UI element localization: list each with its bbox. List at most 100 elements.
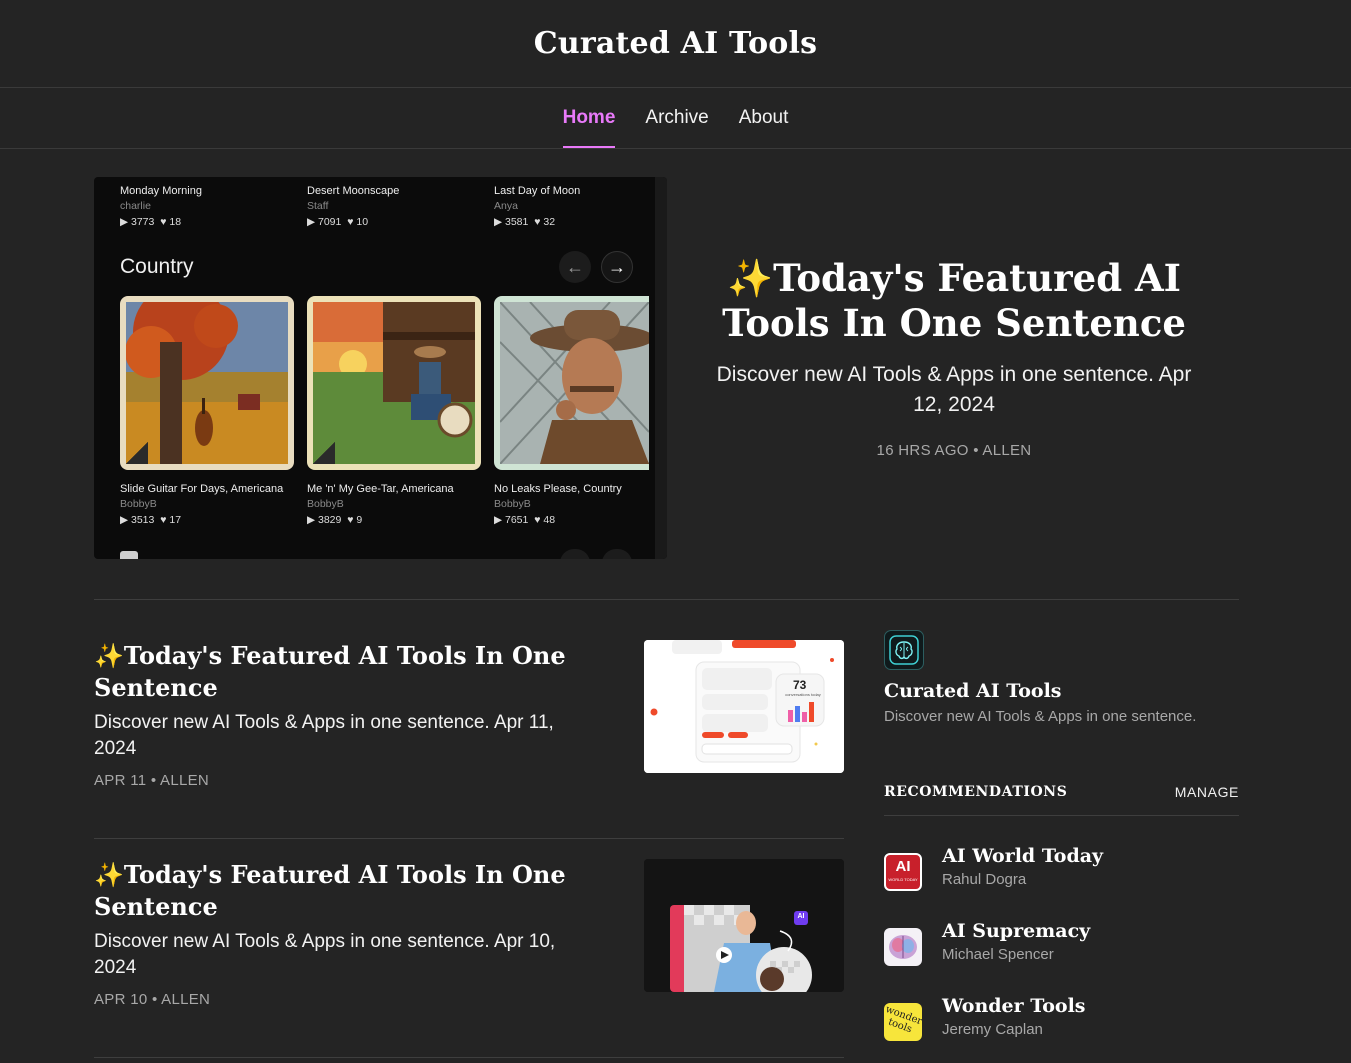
track-item: No Leaks Please, Country BobbyB ▶ 7651 ♥… xyxy=(494,482,667,526)
track-name: Monday Morning xyxy=(120,185,202,197)
conversation-count: 73 xyxy=(793,678,807,692)
track-stats: ▶ 7091 ♥ 10 xyxy=(307,216,477,228)
heart-icon: ♥ xyxy=(347,216,354,228)
track-artist: BobbyB xyxy=(307,498,344,510)
play-icon: ▶ xyxy=(307,216,316,228)
album-art xyxy=(120,296,294,470)
track-name: Slide Guitar For Days, Americana xyxy=(120,483,284,495)
track-stats: ▶ 3773 ♥ 18 xyxy=(120,216,290,228)
heart-icon: ♥ xyxy=(347,514,354,526)
section-divider xyxy=(94,599,1239,600)
brain-art-icon xyxy=(889,935,917,959)
conversation-label: conversations today xyxy=(785,692,821,697)
publication-name[interactable]: Curated AI Tools xyxy=(884,680,1062,702)
tab-about[interactable]: About xyxy=(739,88,789,148)
logo-subtext: WORLD TODAY xyxy=(888,877,918,882)
corner-mark xyxy=(126,442,148,464)
track-name: No Leaks Please, Country xyxy=(494,483,622,495)
recommendation-author: Jeremy Caplan xyxy=(942,1021,1043,1038)
post-meta: APR 10 • ALLEN xyxy=(94,991,211,1008)
main-nav: Home Archive About xyxy=(0,88,1351,149)
play-icon: ▶ xyxy=(494,514,503,526)
track-stats: ▶ 3829 ♥ 9 xyxy=(307,514,482,526)
post-thumbnail[interactable]: 73 conversations today xyxy=(644,640,844,773)
heart-icon: ♥ xyxy=(534,216,541,228)
recommendation-name[interactable]: Wonder Tools xyxy=(942,995,1086,1017)
track-artist: BobbyB xyxy=(494,498,531,510)
hero-post-meta: 16 HRS AGO • ALLEN xyxy=(876,442,1032,459)
play-count: 3513 xyxy=(131,514,155,526)
next-section-peek xyxy=(120,551,138,559)
recommendations-title: RECOMMENDATIONS xyxy=(884,784,1068,800)
site-header: Curated AI Tools xyxy=(0,0,1351,88)
post-item[interactable]: ✨Today's Featured AI Tools In One Senten… xyxy=(94,640,844,789)
track-artist: Staff xyxy=(307,200,329,212)
carousel-button-peek xyxy=(602,549,632,559)
album-art-porch-banjo xyxy=(313,302,475,464)
post-item[interactable]: ✨Today's Featured AI Tools In One Senten… xyxy=(94,859,844,1008)
track-stats: ▶ 7651 ♥ 48 xyxy=(494,514,667,526)
post-divider xyxy=(94,838,844,839)
recommendation-item[interactable]: wonder tools Wonder Tools Jeremy Caplan xyxy=(884,995,1239,1043)
like-count: 18 xyxy=(169,216,182,228)
post-thumbnail[interactable]: AI xyxy=(644,859,844,992)
play-icon: ▶ xyxy=(120,216,129,228)
wonder-tools-logo: wonder tools xyxy=(884,1003,922,1041)
site-title[interactable]: Curated AI Tools xyxy=(534,26,817,61)
post-divider xyxy=(94,1057,844,1058)
chat-app-illustration xyxy=(644,640,844,773)
track-name: Desert Moonscape xyxy=(307,185,400,197)
album-art xyxy=(494,296,649,470)
tab-archive[interactable]: Archive xyxy=(645,88,708,148)
recommendation-name[interactable]: AI World Today xyxy=(942,845,1103,867)
manage-button[interactable]: MANAGE xyxy=(1175,784,1239,800)
track-artist: charlie xyxy=(120,200,151,212)
brain-icon[interactable] xyxy=(884,630,924,670)
track-name: Last Day of Moon xyxy=(494,185,581,197)
ai-badge: AI xyxy=(797,913,805,920)
recommendation-item[interactable]: AI WORLD TODAY AI World Today Rahul Dogr… xyxy=(884,845,1239,893)
track-item: Slide Guitar For Days, Americana BobbyB … xyxy=(120,482,295,526)
play-icon: ▶ xyxy=(494,216,503,228)
heart-icon: ♥ xyxy=(534,514,541,526)
album-art-autumn-tree xyxy=(125,296,288,464)
album-art xyxy=(307,296,481,470)
play-icon: ▶ xyxy=(120,514,129,526)
play-count: 3581 xyxy=(505,216,529,228)
heart-icon: ♥ xyxy=(160,216,167,228)
genre-heading: Country xyxy=(120,255,194,278)
arrow-right-icon: → xyxy=(601,251,633,283)
recommendation-name[interactable]: AI Supremacy xyxy=(942,920,1090,942)
post-meta: APR 11 • ALLEN xyxy=(94,772,210,789)
logo-text: wonder tools xyxy=(884,1003,922,1036)
recommendations-header: RECOMMENDATIONS MANAGE xyxy=(884,784,1239,800)
tab-home[interactable]: Home xyxy=(562,88,615,148)
heart-icon: ♥ xyxy=(160,514,167,526)
recommendation-item[interactable]: AI Supremacy Michael Spencer xyxy=(884,920,1239,968)
carousel-button-peek xyxy=(560,549,590,559)
play-count: 3773 xyxy=(131,216,155,228)
album-art-cowboy xyxy=(499,301,649,465)
post-subtitle[interactable]: Discover new AI Tools & Apps in one sent… xyxy=(94,710,594,762)
ai-world-today-logo: AI WORLD TODAY xyxy=(884,853,922,891)
post-title[interactable]: ✨Today's Featured AI Tools In One Senten… xyxy=(94,640,614,704)
like-count: 10 xyxy=(356,216,369,228)
post-subtitle[interactable]: Discover new AI Tools & Apps in one sent… xyxy=(94,929,594,981)
hero-post-title[interactable]: ✨Today's Featured AI Tools In One Senten… xyxy=(706,256,1202,346)
like-count: 48 xyxy=(543,514,556,526)
hero-post-subtitle[interactable]: Discover new AI Tools & Apps in one sent… xyxy=(706,360,1202,420)
post-title[interactable]: ✨Today's Featured AI Tools In One Senten… xyxy=(94,859,614,923)
hero-post-image[interactable]: Monday Morning charlie ▶ 3773 ♥ 18 Deser… xyxy=(94,177,667,559)
background-removal-illustration xyxy=(644,859,844,992)
track-item: Desert Moonscape Staff ▶ 7091 ♥ 10 xyxy=(307,184,477,228)
recommendations-divider xyxy=(884,815,1239,816)
logo-text: AI xyxy=(895,858,911,875)
track-stats: ▶ 3513 ♥ 17 xyxy=(120,514,295,526)
track-item: Last Day of Moon Anya ▶ 3581 ♥ 32 xyxy=(494,184,664,228)
hero-post: ✨Today's Featured AI Tools In One Senten… xyxy=(706,256,1202,459)
play-count: 3829 xyxy=(318,514,342,526)
play-count: 7091 xyxy=(318,216,342,228)
play-icon: ▶ xyxy=(307,514,316,526)
corner-mark xyxy=(313,442,335,464)
track-stats: ▶ 3581 ♥ 32 xyxy=(494,216,664,228)
